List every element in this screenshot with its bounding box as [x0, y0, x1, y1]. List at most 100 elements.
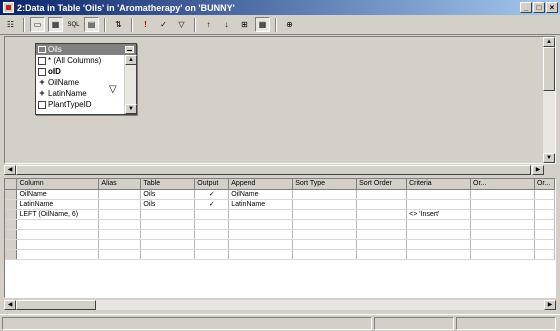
grid-header[interactable]: Column	[16, 179, 100, 190]
scroll-thumb[interactable]	[16, 165, 531, 175]
grid-cell[interactable]	[16, 249, 100, 260]
grid-cell[interactable]	[140, 229, 196, 240]
grid-cell[interactable]	[292, 219, 358, 230]
grid-cell[interactable]: OilName	[228, 189, 294, 200]
sql-pane-icon[interactable]: SQL	[66, 17, 81, 32]
grid-header[interactable]: Output	[194, 179, 230, 190]
diagram-pane-icon[interactable]: ▭	[30, 17, 45, 32]
grid-cell[interactable]	[140, 239, 196, 250]
grid-cell[interactable]: LatinName	[228, 199, 294, 210]
grid-cell[interactable]	[406, 249, 472, 260]
grid-cell[interactable]	[356, 189, 408, 200]
grid-cell[interactable]: Oils	[140, 189, 196, 200]
grid-cell[interactable]	[98, 199, 142, 210]
grid-cell[interactable]	[292, 229, 358, 240]
grid-cell[interactable]	[356, 199, 408, 210]
column-checkbox[interactable]	[38, 56, 46, 65]
grid-cell[interactable]	[98, 209, 142, 220]
grid-header[interactable]: Append	[228, 179, 294, 190]
grid-horizontal-scrollbar[interactable]: ◀ ▶	[4, 300, 556, 310]
table-minimize-button[interactable]	[125, 46, 134, 53]
grid-cell[interactable]	[228, 249, 294, 260]
scroll-left-icon[interactable]: ◀	[4, 165, 16, 175]
grid-cell[interactable]: <> 'Insert'	[406, 209, 472, 220]
row-selector[interactable]	[5, 249, 18, 260]
grid-cell[interactable]	[406, 229, 472, 240]
grid-cell[interactable]	[228, 219, 294, 230]
grid-cell[interactable]	[16, 219, 100, 230]
grid-header[interactable]: Sort Type	[292, 179, 358, 190]
column-checkbox[interactable]	[38, 100, 46, 109]
grid-cell[interactable]	[140, 249, 196, 260]
grid-cell[interactable]	[98, 219, 142, 230]
grid-cell[interactable]	[470, 189, 535, 200]
grid-cell[interactable]	[534, 189, 555, 200]
table-column-row[interactable]: oID	[36, 66, 124, 77]
grid-cell[interactable]	[406, 239, 472, 250]
grid-header[interactable]: Criteria	[406, 179, 472, 190]
grid-cell[interactable]	[140, 209, 196, 220]
scroll-thumb[interactable]	[543, 47, 555, 91]
remove-filter-icon[interactable]: ▽	[174, 17, 189, 32]
row-selector[interactable]	[5, 239, 18, 250]
grid-cell[interactable]	[470, 249, 535, 260]
grid-header[interactable]: Alias	[98, 179, 142, 190]
grid-cell[interactable]	[534, 249, 555, 260]
scroll-down-icon[interactable]: ▼	[543, 153, 555, 163]
scroll-up-icon[interactable]: ▲	[125, 55, 137, 65]
grid-cell[interactable]	[470, 229, 535, 240]
grid-cell[interactable]	[98, 229, 142, 240]
properties-icon[interactable]: ☷	[3, 17, 18, 32]
grid-cell[interactable]	[470, 239, 535, 250]
grid-cell[interactable]	[406, 189, 472, 200]
sort-descending-icon[interactable]: ↓	[219, 17, 234, 32]
results-pane-icon[interactable]: ▤	[84, 17, 99, 32]
output-checkbox[interactable]	[194, 239, 230, 250]
app-icon[interactable]	[3, 2, 14, 13]
grid-cell[interactable]	[98, 249, 142, 260]
grid-header[interactable]: Or...	[470, 179, 535, 190]
scroll-right-icon[interactable]: ▶	[532, 165, 544, 175]
sort-ascending-icon[interactable]: ↑	[201, 17, 216, 32]
column-checkbox[interactable]	[38, 67, 46, 76]
grid-cell[interactable]: OilName	[16, 189, 100, 200]
grid-cell[interactable]	[16, 239, 100, 250]
scroll-thumb[interactable]	[16, 300, 96, 310]
grid-cell[interactable]	[406, 219, 472, 230]
grid-cell[interactable]	[406, 199, 472, 210]
grid-cell[interactable]	[534, 199, 555, 210]
output-checkbox[interactable]	[194, 219, 230, 230]
maximize-button[interactable]: □	[533, 2, 545, 13]
table-box-header[interactable]: Oils	[36, 44, 136, 55]
grid-cell[interactable]	[98, 239, 142, 250]
row-selector[interactable]	[5, 189, 18, 200]
output-checkbox[interactable]: ✓	[194, 189, 230, 200]
row-selector[interactable]	[5, 219, 18, 230]
change-query-type-icon[interactable]: ⇅	[111, 17, 126, 32]
output-checkbox[interactable]	[194, 229, 230, 240]
table-column-row[interactable]: * (All Columns)	[36, 55, 124, 66]
grid-cell[interactable]	[292, 209, 358, 220]
grid-cell[interactable]	[356, 209, 408, 220]
scroll-left-icon[interactable]: ◀	[4, 300, 16, 310]
table-box-oils[interactable]: Oils * (All Columns) oID + OilName + Lat…	[35, 43, 137, 115]
grid-cell[interactable]	[470, 219, 535, 230]
column-checkbox[interactable]: +	[38, 77, 46, 87]
grid-cell[interactable]	[356, 229, 408, 240]
new-view-icon[interactable]: ⊕	[282, 17, 297, 32]
grid-cell[interactable]	[228, 229, 294, 240]
scroll-right-icon[interactable]: ▶	[544, 300, 556, 310]
grid-pane-icon[interactable]: ▦	[48, 17, 63, 32]
output-checkbox[interactable]	[194, 249, 230, 260]
grid-cell[interactable]: Oils	[140, 199, 196, 210]
grid-cell[interactable]	[356, 249, 408, 260]
table-column-row[interactable]: PlantTypeID	[36, 99, 124, 110]
close-button[interactable]: ×	[546, 2, 558, 13]
diagram-horizontal-scrollbar[interactable]: ◀ ▶	[4, 165, 544, 175]
grid-cell[interactable]	[534, 239, 555, 250]
output-checkbox[interactable]: ✓	[194, 199, 230, 210]
grid-cell[interactable]	[292, 199, 358, 210]
minimize-button[interactable]: _	[520, 2, 532, 13]
grid-cell[interactable]	[98, 189, 142, 200]
grid-cell[interactable]	[534, 209, 555, 220]
